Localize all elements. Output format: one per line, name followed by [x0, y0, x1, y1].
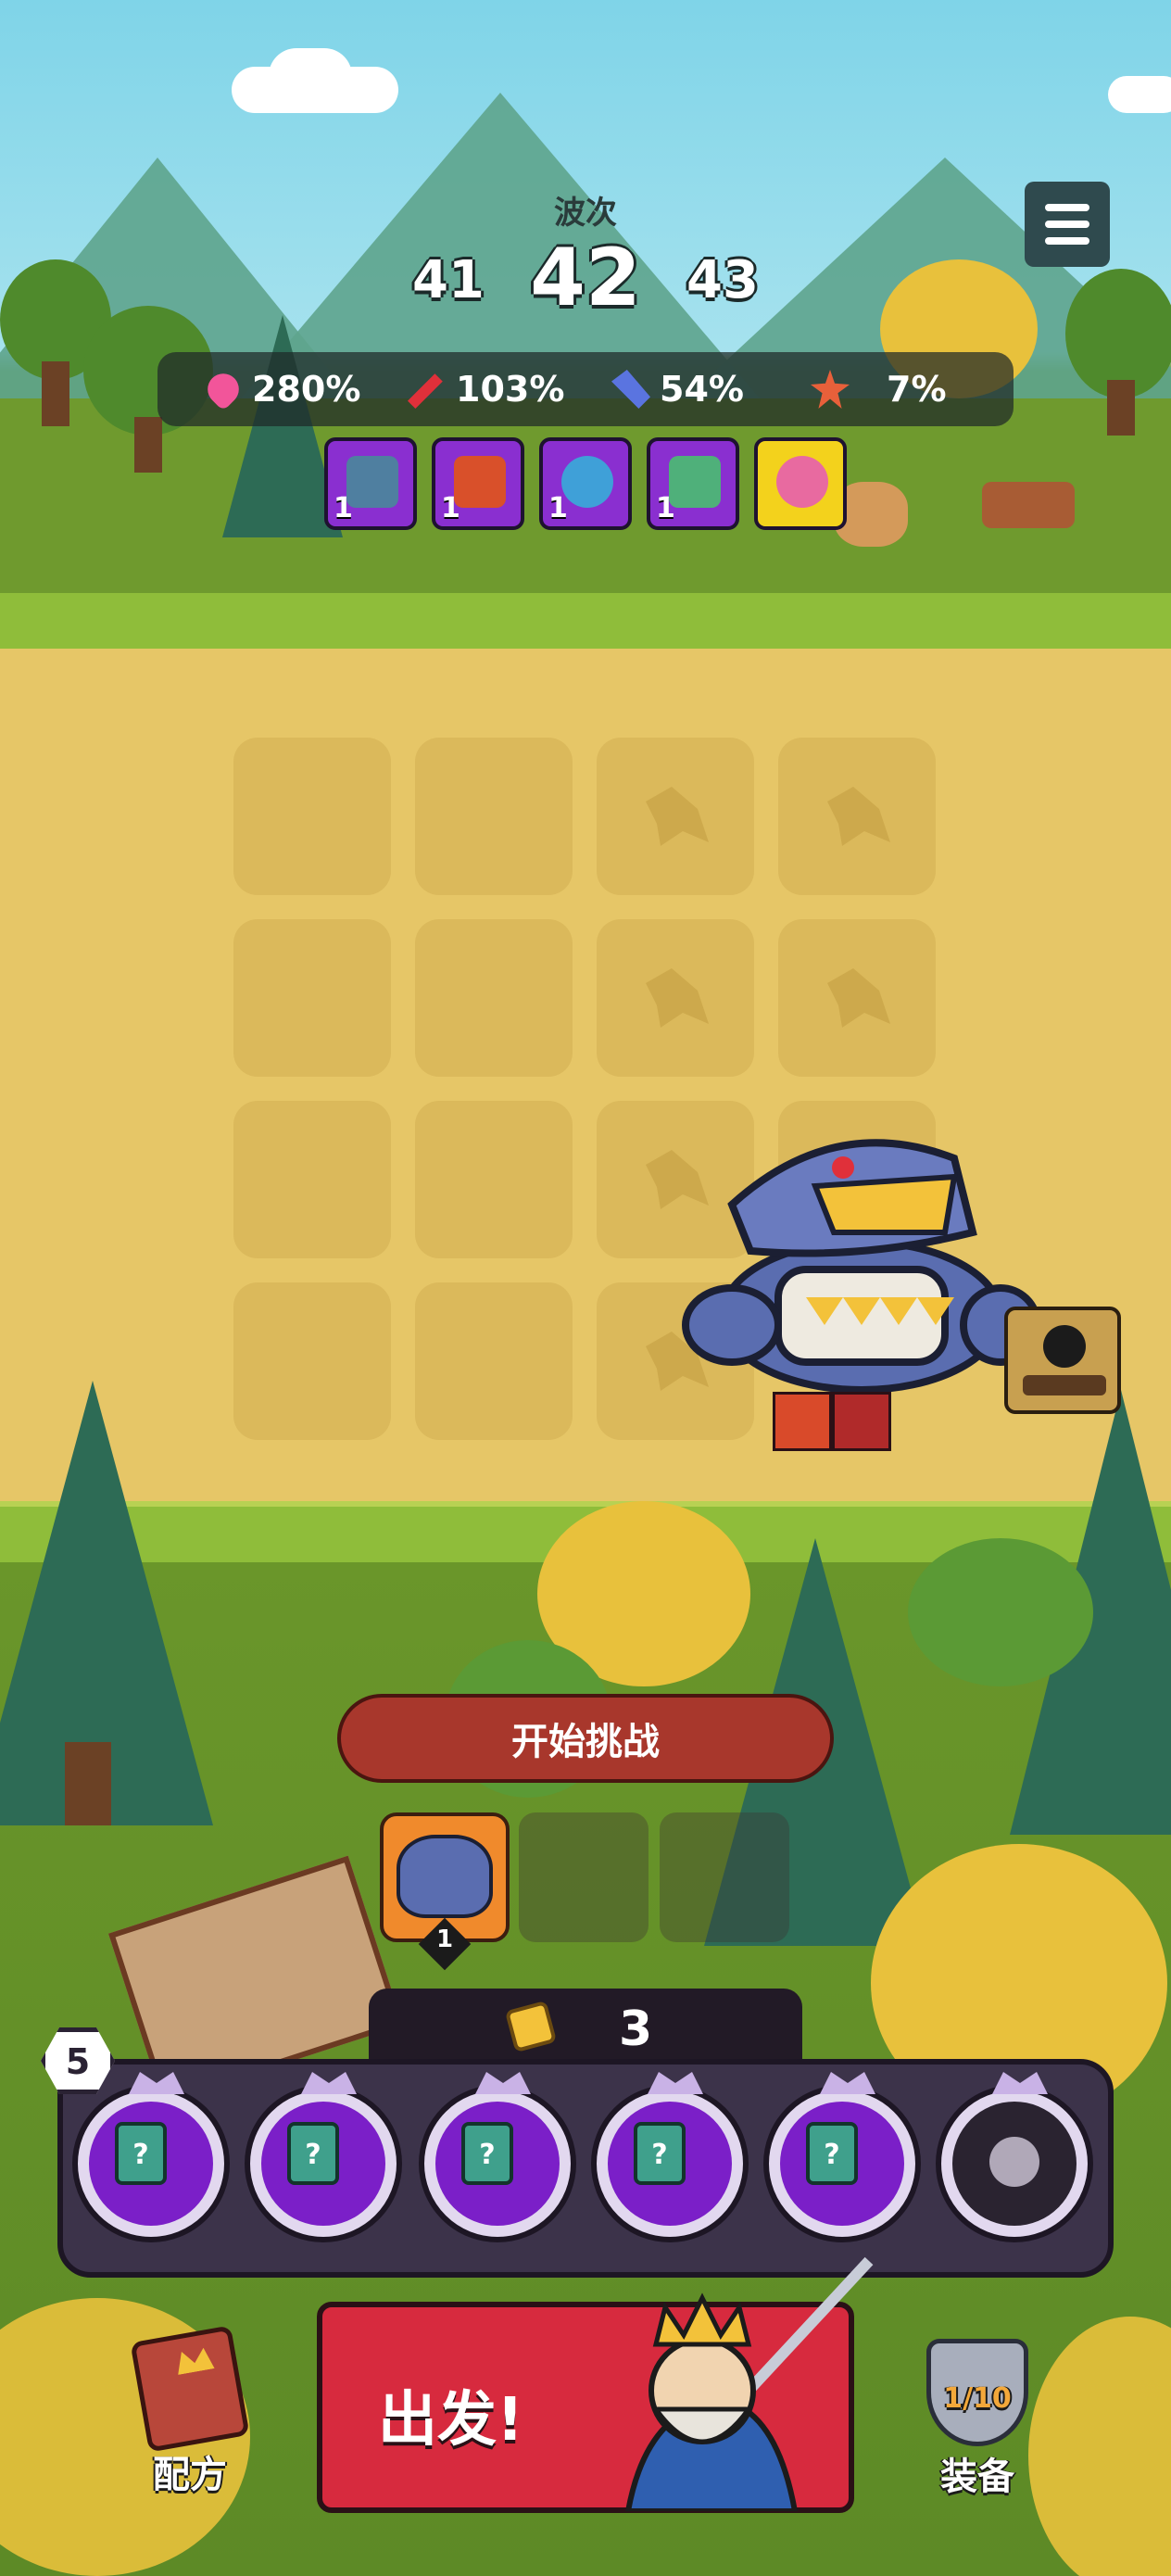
buff-level: 1 [334, 492, 353, 524]
tree [908, 1538, 1093, 1705]
boss-skull-marker[interactable] [1004, 1307, 1121, 1414]
recipes-label: 配方 [153, 2454, 227, 2496]
stats-bar: 280% 103% 54% 7% [157, 352, 1014, 426]
current-wave-number: 42 [530, 232, 641, 324]
red-sword-icon [832, 1392, 891, 1451]
equipment-button[interactable]: 1/10 装备 [917, 2339, 1038, 2500]
team-slot-empty[interactable] [519, 1812, 648, 1942]
grid-slot[interactable] [415, 738, 573, 895]
log-pile [982, 482, 1075, 528]
helmet-icon: 1/10 [926, 2339, 1028, 2446]
heart-icon [201, 367, 246, 411]
skull-icon [1043, 1325, 1086, 1368]
grid-slot[interactable] [415, 1282, 573, 1440]
buff-timer[interactable]: 1 [539, 437, 632, 530]
shark-boss[interactable] [676, 1121, 1041, 1399]
buff-level: 1 [656, 492, 675, 524]
buff-level: 1 [548, 492, 568, 524]
mystery-card[interactable]: ? [763, 2072, 921, 2242]
mystery-card[interactable]: ? [591, 2072, 749, 2242]
mystery-card[interactable]: ? [72, 2072, 230, 2242]
banner-icon [773, 1392, 832, 1451]
menu-button[interactable] [1025, 182, 1110, 267]
recipes-button[interactable]: 配方 [120, 2325, 259, 2498]
equipment-label: 装备 [940, 2456, 1014, 2498]
coin-count: 3 [619, 2001, 653, 2057]
grid-slot[interactable] [233, 919, 391, 1077]
shark-unit-portrait [397, 1835, 493, 1918]
stat-value: 103% [456, 369, 565, 410]
buff-flower[interactable] [754, 437, 847, 530]
shark-beast-icon [346, 456, 398, 508]
grid-slot[interactable] [233, 738, 391, 895]
fire-armor-icon [454, 456, 506, 508]
king-icon [624, 2256, 874, 2511]
grid-slot[interactable] [233, 1101, 391, 1258]
mystery-card[interactable]: ? [419, 2072, 576, 2242]
next-wave-number: 43 [686, 250, 759, 310]
previous-wave-number: 41 [412, 250, 485, 310]
grid-sword-icon [669, 456, 721, 508]
menu-icon [1045, 204, 1089, 211]
stat-value: 7% [887, 369, 947, 410]
skull-base [1023, 1375, 1106, 1395]
menu-icon-line [1045, 221, 1089, 228]
cloud [269, 48, 352, 104]
menu-icon-line [1045, 237, 1089, 245]
grid-slot-sword[interactable] [597, 919, 754, 1077]
tree-trunk [65, 1742, 111, 1825]
unit-level: 1 [435, 1926, 454, 1953]
shark-boss-sprite [682, 1139, 1041, 1394]
mystery-card-icon: ? [115, 2122, 167, 2185]
stat-value: 54% [660, 369, 744, 410]
go-button[interactable]: 出发! [317, 2256, 874, 2513]
grid-slot[interactable] [233, 1282, 391, 1440]
buff-fire-armor[interactable]: 1 [432, 437, 524, 530]
grid-slot-sword[interactable] [778, 738, 936, 895]
tree [1065, 269, 1171, 454]
yellow-bush [1028, 2317, 1171, 2576]
mystery-card-icon: ? [287, 2122, 339, 2185]
buff-level: 1 [441, 492, 460, 524]
start-challenge-button[interactable]: 开始挑战 [337, 1694, 834, 1783]
grid-slot-sword[interactable] [778, 919, 936, 1077]
stat-burst: 7% [811, 352, 947, 426]
recipe-book-icon [130, 2325, 250, 2453]
team-slot-shark[interactable]: 1 [380, 1812, 510, 1971]
equipment-count: 1/10 [943, 2382, 1012, 2415]
coin-icon [504, 2000, 558, 2053]
mystery-card-icon: ? [634, 2122, 686, 2185]
blue-sword-icon [611, 370, 650, 409]
team-slot-empty[interactable] [660, 1812, 789, 1942]
buff-shark-beast[interactable]: 1 [324, 437, 417, 530]
sword-icon [408, 373, 443, 409]
stat-attack: 103% [408, 352, 564, 426]
cloud [1108, 76, 1171, 113]
locked-avatar-icon [989, 2137, 1039, 2187]
grid-slot[interactable] [415, 919, 573, 1077]
wave-label: 波次 [554, 195, 617, 232]
grid-slot[interactable] [415, 1101, 573, 1258]
grid-slot-sword[interactable] [597, 738, 754, 895]
stat-crit: 54% [611, 352, 744, 426]
game-screen: 波次 41 42 43 280% 103% 54% 7% 1 1 1 1 开始挑… [0, 0, 1171, 2576]
go-button-label: 出发! [378, 2386, 524, 2455]
mystery-card[interactable]: ? [245, 2072, 402, 2242]
burst-icon [811, 370, 850, 409]
flower-icon [776, 456, 828, 508]
timer-icon [561, 456, 613, 508]
stat-value: 280% [252, 369, 361, 410]
buff-grid-sword[interactable]: 1 [647, 437, 739, 530]
stat-health: 280% [201, 352, 361, 426]
locked-card[interactable] [936, 2072, 1093, 2242]
mystery-card-icon: ? [461, 2122, 513, 2185]
mystery-card-icon: ? [806, 2122, 858, 2185]
